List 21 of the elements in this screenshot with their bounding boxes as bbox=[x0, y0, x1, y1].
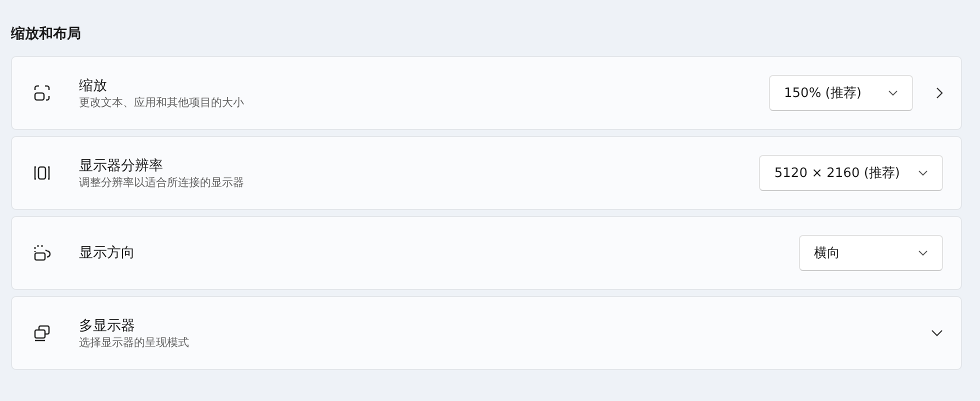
setting-description: 更改文本、应用和其他项目的大小 bbox=[79, 94, 245, 110]
setting-title: 多显示器 bbox=[79, 316, 136, 334]
setting-title: 显示器分辨率 bbox=[79, 156, 164, 174]
dropdown[interactable]: 150% (推荐) bbox=[769, 75, 913, 111]
chevron-down-icon bbox=[888, 90, 898, 96]
section-heading: 缩放和布局 bbox=[11, 25, 82, 44]
dropdown[interactable]: 横向 bbox=[799, 235, 943, 271]
chevron-down-icon bbox=[918, 250, 928, 256]
dual-monitor-icon bbox=[32, 323, 52, 343]
setting-title: 缩放 bbox=[79, 76, 108, 94]
chevron-down-icon bbox=[918, 170, 928, 176]
settings-card[interactable]: 缩放 更改文本、应用和其他项目的大小 150% (推荐) bbox=[11, 56, 962, 130]
setting-description: 调整分辨率以适合所连接的显示器 bbox=[79, 174, 245, 190]
scale-frame-icon bbox=[32, 83, 52, 103]
dropdown[interactable]: 5120 × 2160 (推荐) bbox=[759, 155, 943, 191]
setting-title: 显示方向 bbox=[79, 244, 136, 262]
settings-card[interactable]: 显示方向 横向 bbox=[11, 216, 962, 290]
setting-description: 选择显示器的呈现模式 bbox=[79, 334, 190, 350]
settings-card[interactable]: 多显示器 选择显示器的呈现模式 bbox=[11, 296, 962, 370]
settings-card[interactable]: 显示器分辨率 调整分辨率以适合所连接的显示器 5120 × 2160 (推荐) bbox=[11, 136, 962, 210]
rotate-display-icon bbox=[32, 243, 52, 263]
